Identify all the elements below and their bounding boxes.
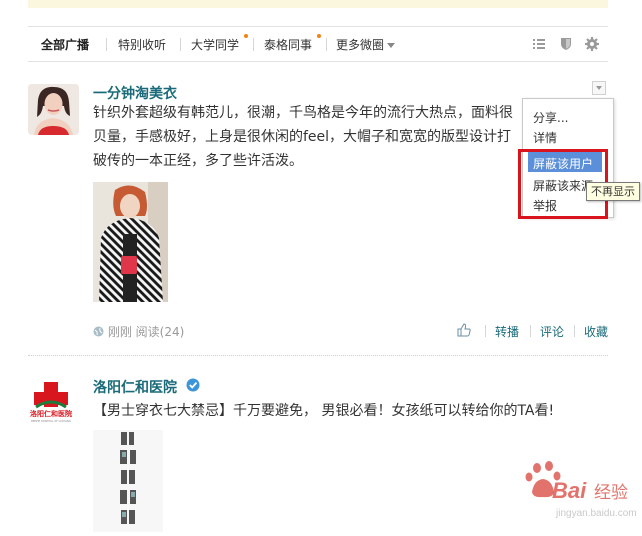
baidu-jingyan-watermark: Bai 经验 jingyan.baidu.com xyxy=(516,458,642,532)
post-read-count: 阅读(24) xyxy=(135,325,185,339)
tab-more-circles[interactable]: 更多微圈 xyxy=(336,36,396,53)
watermark-brand: Bai xyxy=(552,478,587,503)
feed-tab-bar: 全部广播 特别收听 大学同学 泰格同事 更多微圈 xyxy=(28,26,608,62)
menu-item-share[interactable]: 分享... xyxy=(533,109,568,126)
tab-college-classmates[interactable]: 大学同学 xyxy=(191,36,239,53)
action-separator xyxy=(530,325,531,337)
watermark-brand-cn: 经验 xyxy=(594,483,628,503)
post-username[interactable]: 洛阳仁和医院 xyxy=(93,377,177,397)
globe-icon xyxy=(93,326,104,337)
tab-more-circles-label: 更多微圈 xyxy=(336,38,385,52)
comment-button[interactable]: 评论 xyxy=(540,323,564,340)
menu-item-details[interactable]: 详情 xyxy=(533,129,557,146)
list-view-icon[interactable] xyxy=(532,37,546,51)
favorite-button[interactable]: 收藏 xyxy=(584,323,608,340)
post-time[interactable]: 刚刚 xyxy=(108,325,132,339)
tab-tiger-colleagues[interactable]: 泰格同事 xyxy=(264,36,312,53)
avatar[interactable]: 洛阳仁和医院 RENHE HOSPITAL OF LUOYANG xyxy=(28,378,74,424)
post-text: 【男士穿衣七大禁忌】千万要避免， 男银必看！女孩纸可以转给你的TA看! xyxy=(93,403,555,419)
tab-separator xyxy=(253,38,254,51)
repost-button[interactable]: 转播 xyxy=(495,323,519,340)
action-separator xyxy=(485,325,486,337)
thumbs-up-icon[interactable] xyxy=(457,323,471,337)
shield-icon[interactable] xyxy=(560,37,572,51)
avatar-brand-subtext: RENHE HOSPITAL OF LUOYANG xyxy=(31,419,71,423)
tab-all-broadcast[interactable]: 全部广播 xyxy=(41,36,89,53)
top-banner-strip xyxy=(28,0,608,8)
post-photo[interactable] xyxy=(93,182,168,302)
post-username[interactable]: 一分钟淘美衣 xyxy=(93,83,177,103)
action-separator xyxy=(574,325,575,337)
chevron-down-icon xyxy=(387,43,396,48)
post-photo[interactable] xyxy=(93,430,163,532)
avatar[interactable] xyxy=(28,84,79,135)
gear-icon[interactable] xyxy=(585,37,599,51)
post-meta: 刚刚 阅读(24) xyxy=(93,323,184,340)
tab-separator xyxy=(106,38,107,51)
new-indicator-dot xyxy=(317,34,321,38)
avatar-brand-text: 洛阳仁和医院 xyxy=(30,409,72,418)
watermark-url: jingyan.baidu.com xyxy=(555,508,637,519)
post-divider xyxy=(28,355,608,356)
new-indicator-dot xyxy=(244,34,248,38)
tab-separator xyxy=(326,38,327,51)
post-text: 针织外套超级有韩范儿，很潮，千鸟格是今年的流行大热点，面料很贝量，手感极好，上身… xyxy=(93,105,513,169)
chevron-down-icon xyxy=(596,86,602,90)
verified-badge-icon xyxy=(186,378,200,392)
tab-special-follow[interactable]: 特别收听 xyxy=(118,36,166,53)
tab-separator xyxy=(180,38,181,51)
tooltip: 不再显示 xyxy=(586,182,640,201)
post-menu-toggle[interactable] xyxy=(592,81,606,95)
